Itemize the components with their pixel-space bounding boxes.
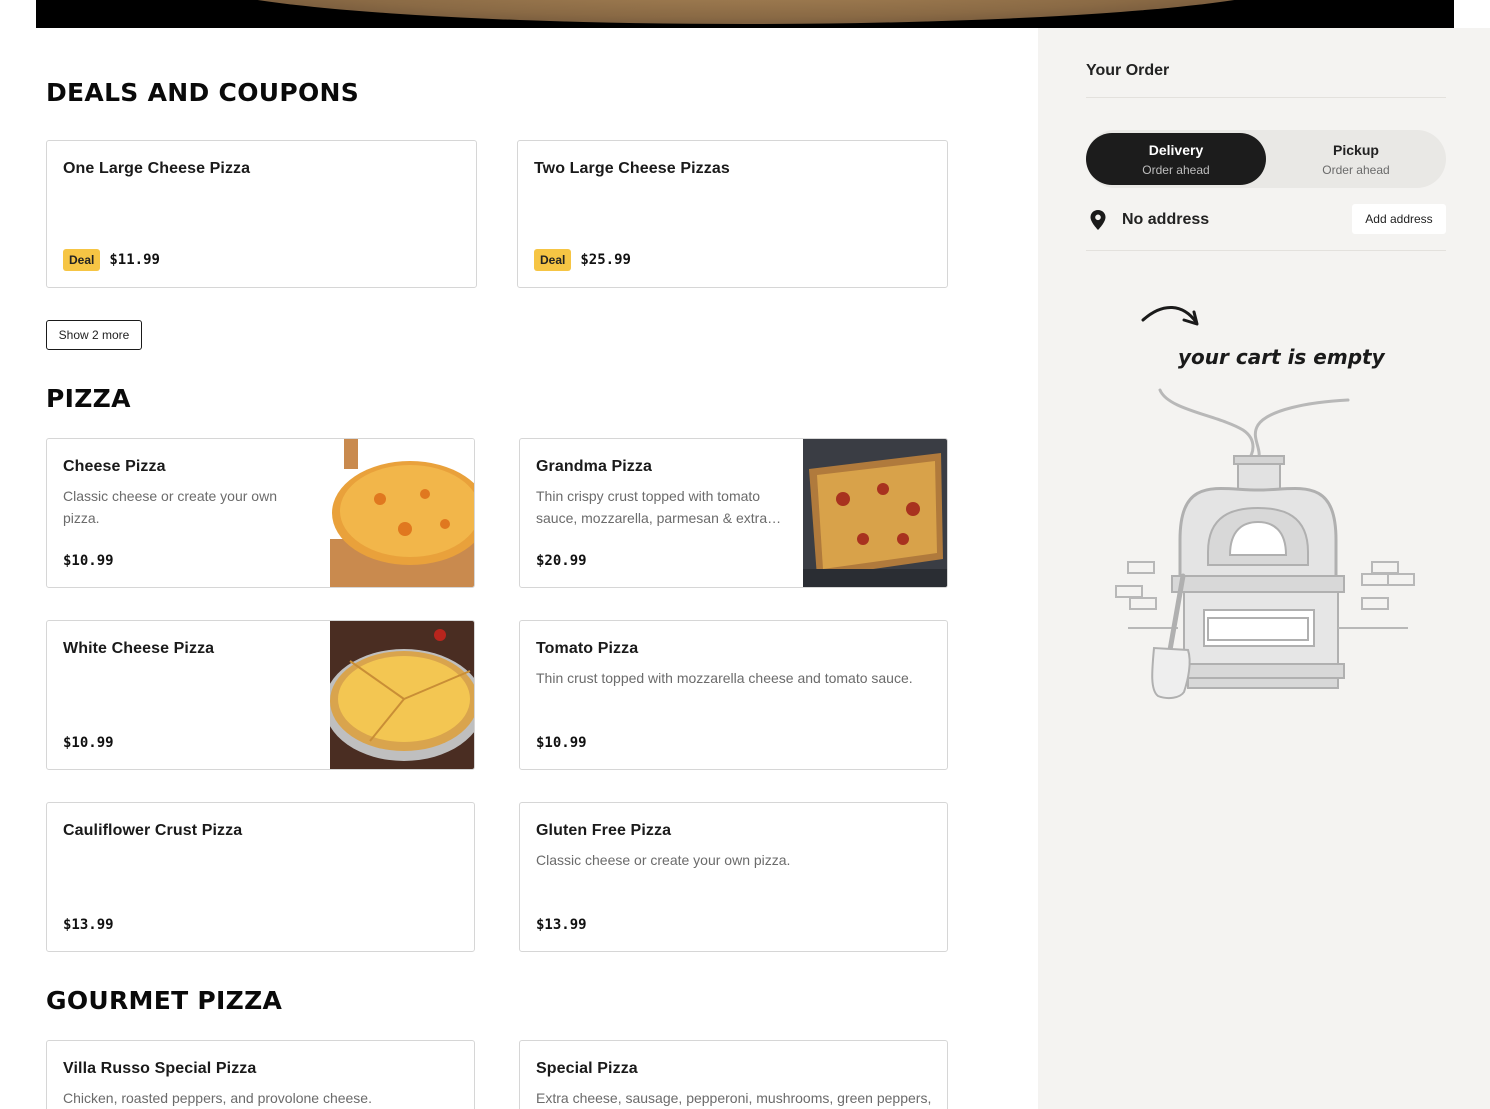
deal-price: $25.99 (580, 252, 631, 268)
section-title-pizza: PIZZA (46, 384, 131, 413)
menu-item-price: $13.99 (63, 917, 114, 933)
menu-item-price: $20.99 (536, 553, 587, 569)
delivery-sublabel: Order ahead (1142, 162, 1210, 177)
menu-item-price: $13.99 (536, 917, 587, 933)
menu-item-name: Tomato Pizza (536, 640, 639, 657)
show-more-button[interactable]: Show 2 more (46, 320, 142, 350)
menu-item-card[interactable]: Grandma Pizza Thin crispy crust topped w… (519, 438, 948, 588)
section-title-gourmet: GOURMET PIZZA (46, 986, 283, 1015)
deal-name: Two Large Cheese Pizzas (534, 160, 730, 177)
address-row: No address Add address (1086, 204, 1446, 236)
menu-item-description: Chicken, roasted peppers, and provolone … (63, 1090, 372, 1106)
menu-item-description: Classic cheese or create your own pizza. (536, 852, 791, 868)
order-sidebar: Your Order Delivery Order ahead Pickup O… (1038, 28, 1490, 1109)
deal-badge: Deal (63, 249, 101, 271)
add-address-button[interactable]: Add address (1352, 204, 1446, 234)
empty-cart-text: your cart is empty (1178, 345, 1386, 369)
delivery-option[interactable]: Delivery Order ahead (1086, 133, 1266, 185)
pickup-sublabel: Order ahead (1322, 162, 1390, 177)
deal-badge: Deal (534, 249, 572, 271)
pickup-label: Pickup (1333, 141, 1379, 158)
menu-item-description: Thin crispy crust topped with tomato sau… (536, 488, 782, 526)
cheese-pizza-photo (330, 439, 474, 587)
menu-item-description: Thin crust topped with mozzarella cheese… (536, 670, 913, 686)
divider (1086, 250, 1446, 251)
pickup-option[interactable]: Pickup Order ahead (1266, 133, 1446, 185)
menu-item-description: Classic cheese or create your own pizza. (63, 488, 277, 526)
menu-item-price: $10.99 (536, 735, 587, 751)
grandma-pizza-photo (803, 439, 947, 587)
menu-item-card[interactable]: Gluten Free Pizza Classic cheese or crea… (519, 802, 948, 952)
hero-banner-image (36, 0, 1454, 28)
menu-item-name: Gluten Free Pizza (536, 822, 672, 839)
location-pin-icon (1086, 208, 1110, 232)
deal-card[interactable]: One Large Cheese Pizza Deal $11.99 (46, 140, 477, 288)
empty-cart-illustration: your cart is empty (1108, 290, 1428, 710)
menu-item-name: White Cheese Pizza (63, 640, 215, 657)
address-text: No address (1122, 211, 1210, 228)
menu-item-card[interactable]: Tomato Pizza Thin crust topped with mozz… (519, 620, 948, 770)
deal-price: $11.99 (109, 252, 160, 268)
deal-card[interactable]: Two Large Cheese Pizzas Deal $25.99 (517, 140, 948, 288)
order-title: Your Order (1086, 62, 1170, 79)
menu-item-price: $10.99 (63, 553, 114, 569)
menu-item-name: Cheese Pizza (63, 458, 166, 475)
menu-item-name: Special Pizza (536, 1060, 638, 1077)
menu-item-card[interactable]: White Cheese Pizza $10.99 (46, 620, 475, 770)
menu-content: DEALS AND COUPONS One Large Cheese Pizza… (0, 28, 1038, 1109)
white-cheese-pizza-photo (324, 621, 474, 769)
menu-item-name: Grandma Pizza (536, 458, 653, 475)
menu-item-card[interactable]: Cauliflower Crust Pizza $13.99 (46, 802, 475, 952)
menu-item-name: Villa Russo Special Pizza (63, 1060, 257, 1077)
delivery-label: Delivery (1148, 141, 1204, 158)
menu-item-price: $10.99 (63, 735, 114, 751)
menu-item-card[interactable]: Cheese Pizza Classic cheese or create yo… (46, 438, 475, 588)
divider (1086, 97, 1446, 98)
fulfillment-toggle: Delivery Order ahead Pickup Order ahead (1086, 130, 1446, 188)
menu-item-name: Cauliflower Crust Pizza (63, 822, 243, 839)
menu-item-card[interactable]: Villa Russo Special Pizza Chicken, roast… (46, 1040, 475, 1109)
pizza-banner-photo (186, 0, 1306, 24)
menu-item-card[interactable]: Special Pizza Extra cheese, sausage, pep… (519, 1040, 948, 1109)
section-title-deals: DEALS AND COUPONS (46, 78, 360, 107)
menu-item-description: Extra cheese, sausage, pepperoni, mushro… (536, 1090, 932, 1106)
deal-name: One Large Cheese Pizza (63, 160, 251, 177)
